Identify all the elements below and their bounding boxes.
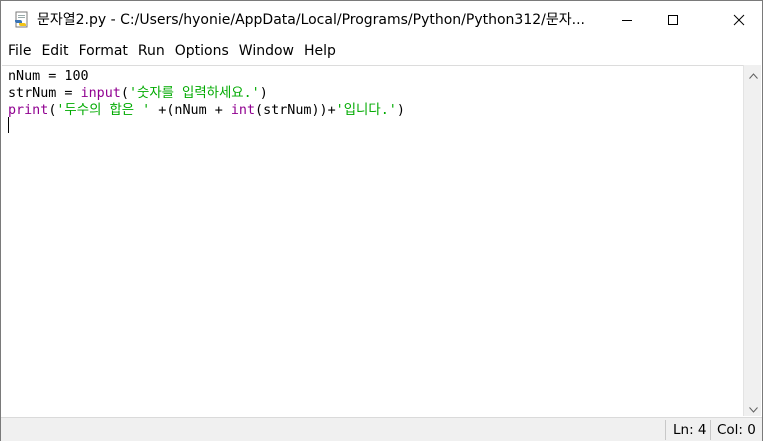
scroll-down-button[interactable] (744, 399, 762, 416)
code-token: ) (259, 86, 268, 101)
status-divider (710, 420, 711, 440)
idle-editor-window: 문자열2.py - C:/Users/hyonie/AppData/Local/… (0, 0, 763, 441)
menu-help[interactable]: Help (299, 39, 341, 63)
chevron-up-icon (748, 64, 758, 83)
minimize-button[interactable] (604, 1, 650, 39)
menu-options[interactable]: Options (170, 39, 234, 63)
vertical-scrollbar[interactable] (743, 65, 761, 416)
menu-window[interactable]: Window (234, 39, 299, 63)
scroll-up-button[interactable] (744, 65, 762, 82)
code-token: strNum = (8, 86, 81, 101)
code-editor[interactable]: nNum = 100 strNum = input('숫자를 입력하세요.') … (2, 65, 743, 416)
close-icon (733, 11, 745, 30)
status-bar: Ln: 4 Col: 0 (1, 417, 762, 441)
maximize-button[interactable] (650, 1, 696, 39)
string-token: '숫자를 입력하세요.' (128, 86, 260, 101)
code-token: (strNum))+ (255, 103, 336, 118)
builtin-token: print (8, 103, 49, 118)
code-token: +(nNum + (150, 103, 231, 118)
text-caret (8, 117, 9, 133)
status-divider (665, 420, 666, 440)
menu-file[interactable]: File (3, 39, 36, 63)
menu-run[interactable]: Run (133, 39, 170, 63)
string-token: '입니다.' (335, 103, 397, 118)
maximize-icon (667, 11, 679, 30)
python-file-icon (13, 11, 31, 29)
code-line-3: print('두수의 합은 ' +(nNum + int(strNum))+'입… (8, 102, 405, 119)
menu-edit[interactable]: Edit (36, 39, 73, 63)
builtin-token: int (230, 103, 256, 118)
code-token: ) (396, 103, 405, 118)
title-bar[interactable]: 문자열2.py - C:/Users/hyonie/AppData/Local/… (1, 1, 762, 39)
code-line-2: strNum = input('숫자를 입력하세요.') (8, 85, 268, 102)
window-title: 문자열2.py - C:/Users/hyonie/AppData/Local/… (37, 12, 585, 28)
code-token: ( (120, 86, 129, 101)
menu-format[interactable]: Format (74, 39, 133, 63)
builtin-token: input (80, 86, 121, 101)
chevron-down-icon (748, 398, 758, 417)
code-token: nNum = 100 (8, 69, 89, 84)
status-line-number: Ln: 4 (673, 422, 707, 438)
string-token: '두수의 합은 ' (56, 103, 151, 118)
code-line-1: nNum = 100 (8, 68, 89, 85)
close-button[interactable] (716, 1, 762, 39)
status-column-number: Col: 0 (717, 422, 756, 438)
menu-bar: File Edit Format Run Options Window Help (1, 39, 762, 63)
minimize-icon (621, 11, 633, 30)
